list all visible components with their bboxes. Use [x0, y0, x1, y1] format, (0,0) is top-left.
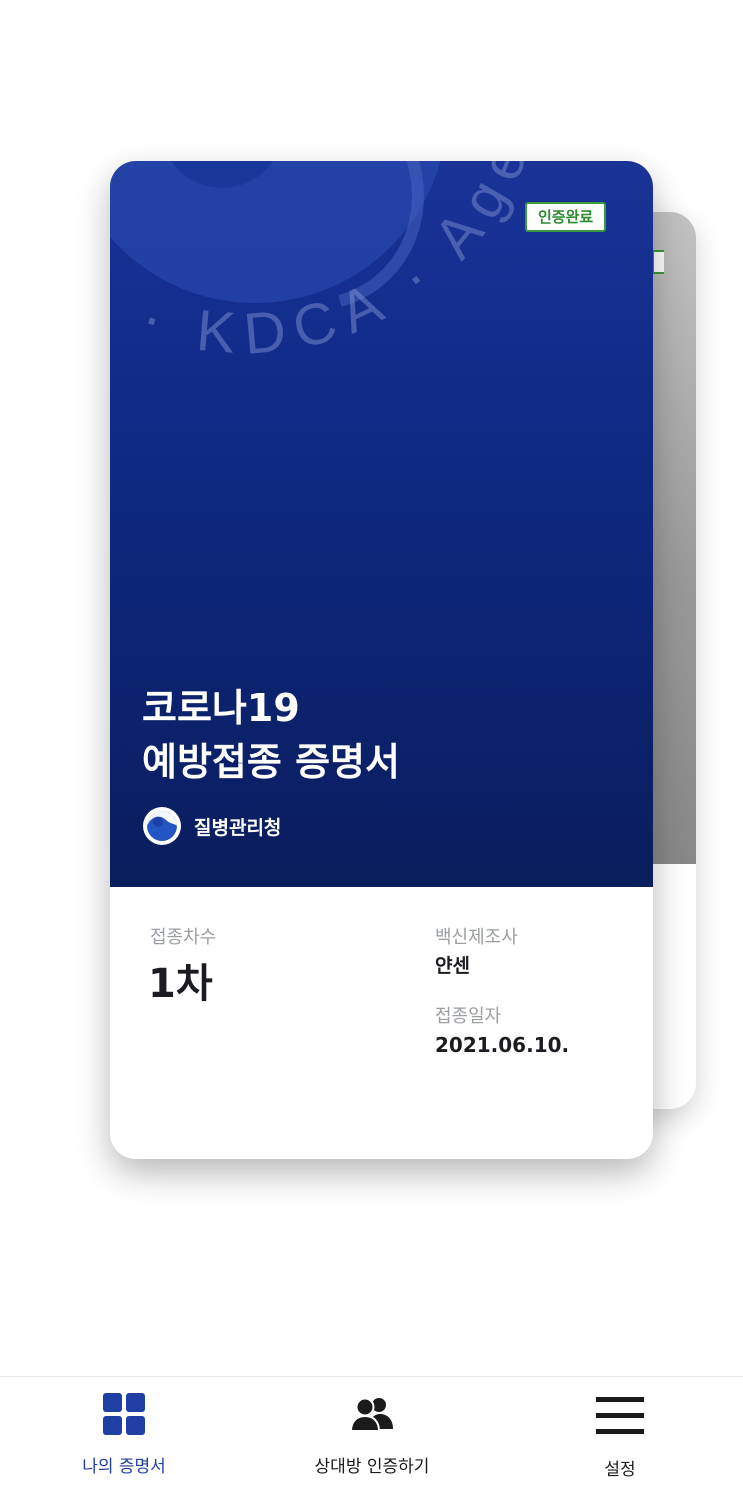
certificate-card[interactable]: · KDCA · Agency 인증완료 코로나19 예방접종 증명서 질병관리… — [110, 161, 653, 1159]
agency-name: 질병관리청 — [194, 816, 282, 839]
tab-settings-label: 설정 — [604, 1460, 636, 1480]
dose-value: 1차 — [148, 961, 213, 1007]
next-card-badge-edge — [652, 250, 664, 274]
title-line-2: 예방접종 증명서 — [142, 740, 400, 784]
tab-verify-other[interactable]: 상대방 인증하기 — [272, 1377, 472, 1499]
grid-icon — [103, 1393, 145, 1435]
tab-settings[interactable]: 설정 — [520, 1377, 720, 1499]
maker-label: 백신제조사 — [435, 927, 518, 948]
people-icon — [350, 1397, 393, 1431]
certificate-details: 접종차수 1차 백신제조사 얀센 접종일자 2021.06.10. — [110, 887, 653, 1159]
maker-value: 얀센 — [435, 955, 470, 977]
title-line-1: 코로나19 — [142, 686, 300, 730]
agency-row: 질병관리청 — [142, 806, 281, 846]
certificate-card-header: · KDCA · Agency 인증완료 코로나19 예방접종 증명서 질병관리… — [110, 161, 653, 887]
date-value: 2021.06.10. — [435, 1033, 570, 1057]
menu-icon — [596, 1397, 644, 1434]
tab-my-certificate[interactable]: 나의 증명서 — [24, 1377, 224, 1499]
tab-verify-other-label: 상대방 인증하기 — [314, 1457, 430, 1477]
date-label: 접종일자 — [435, 1006, 502, 1027]
verified-badge: 인증완료 — [525, 202, 607, 232]
tab-my-certificate-label: 나의 증명서 — [82, 1457, 166, 1477]
bottom-tab-bar: 나의 증명서 상대방 인증하기 설정 — [0, 1376, 743, 1499]
dose-label: 접종차수 — [150, 927, 217, 948]
kdca-logo-icon — [143, 807, 181, 845]
certificate-title: 코로나19 예방접종 증명서 — [142, 681, 400, 789]
